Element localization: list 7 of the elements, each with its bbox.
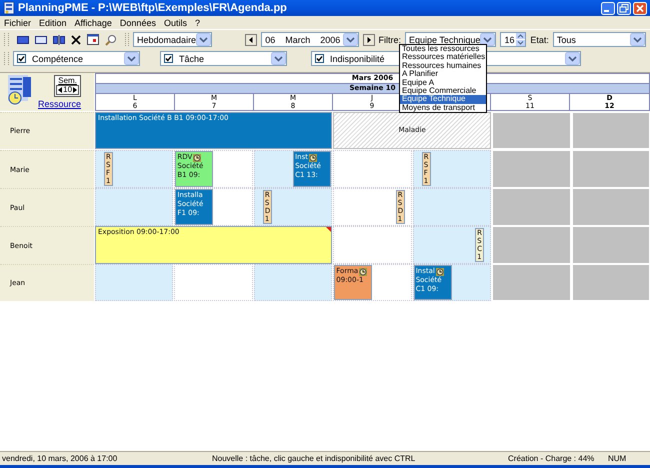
filter-label: Filtre: [378, 34, 402, 44]
status-text: Création - Charge : 44% [508, 454, 596, 463]
state-label: Etat: [530, 34, 549, 44]
status-text: vendredi, 10 mars, 2006 à 17:00 [2, 454, 118, 463]
status-text: NUM [608, 454, 628, 463]
window-title: PlanningPME - P:\WEB\ftp\Exemples\FR\Agenda.pp [18, 2, 288, 14]
status-text: Nouvelle : tâche, clic gauche et indisponibilité avec CTRL [212, 454, 416, 463]
